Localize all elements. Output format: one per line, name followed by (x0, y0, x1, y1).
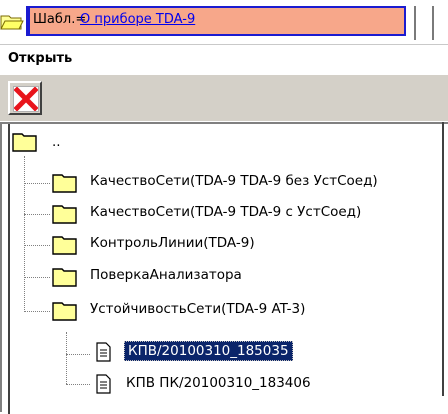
right-bar (414, 6, 416, 40)
panel-right-border (442, 122, 444, 396)
tree-guide (24, 311, 50, 313)
open-bar: Открыть (0, 44, 448, 75)
close-toolbar (0, 75, 448, 121)
folder-icon (52, 233, 78, 255)
tree-folder-item[interactable]: КачествоСети(TDA-9 TDA-9 с УстСоед) (52, 199, 412, 227)
tree-file-item[interactable]: КПВ/20100310_185035 (96, 338, 356, 366)
tree-item-label: .. (52, 134, 61, 150)
tree-file-item[interactable]: КПВ ПК/20100310_183406 (96, 370, 356, 398)
tree-item-label-selected: КПВ/20100310_185035 (124, 341, 293, 361)
tree-guide (66, 384, 90, 386)
right-bar-2 (432, 6, 434, 40)
folder-icon (52, 299, 78, 321)
document-icon (96, 342, 112, 362)
tree-border (8, 124, 10, 414)
tree-folder-item[interactable]: УстойчивостьСети(TDA-9 AT-3) (52, 296, 412, 324)
field-divider (26, 6, 28, 36)
tree-folder-item[interactable]: КонтрольЛинии(TDA-9) (52, 230, 412, 258)
open-label: Открыть (8, 51, 73, 66)
close-icon (13, 86, 39, 112)
top-strip: Шабл.= О приборе TDA-9 (0, 0, 448, 44)
tree-guide (66, 354, 90, 356)
tree-guide (24, 245, 50, 247)
tree-guide (24, 277, 50, 279)
tree-guide (24, 156, 26, 312)
template-label: Шабл.= (33, 12, 87, 27)
tree-folder-item[interactable]: ПоверкаАнализатора (52, 262, 412, 290)
tree-item-label: КачествоСети(TDA-9 TDA-9 с УстСоед) (90, 204, 362, 220)
folder-icon (52, 202, 78, 224)
tree-guide (66, 332, 68, 384)
tree-item-root[interactable]: .. (12, 130, 112, 158)
tree-item-label: УстойчивостьСети(TDA-9 AT-3) (90, 301, 306, 317)
tree-item-label: КачествоСети(TDA-9 TDA-9 без УстСоед) (90, 173, 378, 189)
tree-item-label: ПоверкаАнализатора (90, 267, 242, 283)
tree-item-label: КПВ ПК/20100310_183406 (126, 375, 311, 391)
tree-folder-item[interactable]: КачествоСети(TDA-9 TDA-9 без УстСоед) (52, 168, 412, 196)
folder-icon (52, 171, 78, 193)
folder-open-icon[interactable] (0, 10, 24, 32)
tree-guide (24, 183, 50, 185)
folder-icon (12, 130, 38, 152)
close-button[interactable] (8, 81, 42, 115)
document-icon (96, 374, 112, 394)
tree-item-label: КонтрольЛинии(TDA-9) (90, 235, 255, 251)
template-field[interactable]: Шабл.= О приборе TDA-9 (26, 6, 406, 36)
folder-icon (52, 265, 78, 287)
template-link[interactable]: О приборе TDA-9 (80, 12, 195, 27)
tree-guide (24, 214, 50, 216)
